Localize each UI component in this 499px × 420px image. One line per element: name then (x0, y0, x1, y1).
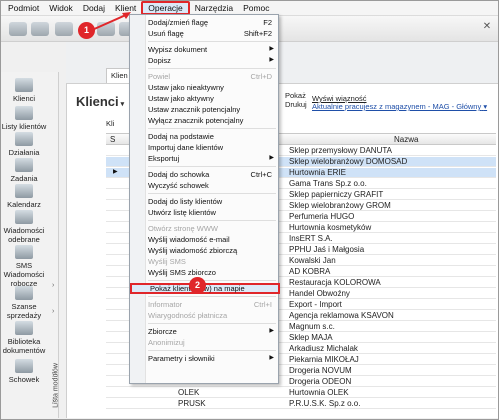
annotation-arrow (91, 12, 131, 31)
